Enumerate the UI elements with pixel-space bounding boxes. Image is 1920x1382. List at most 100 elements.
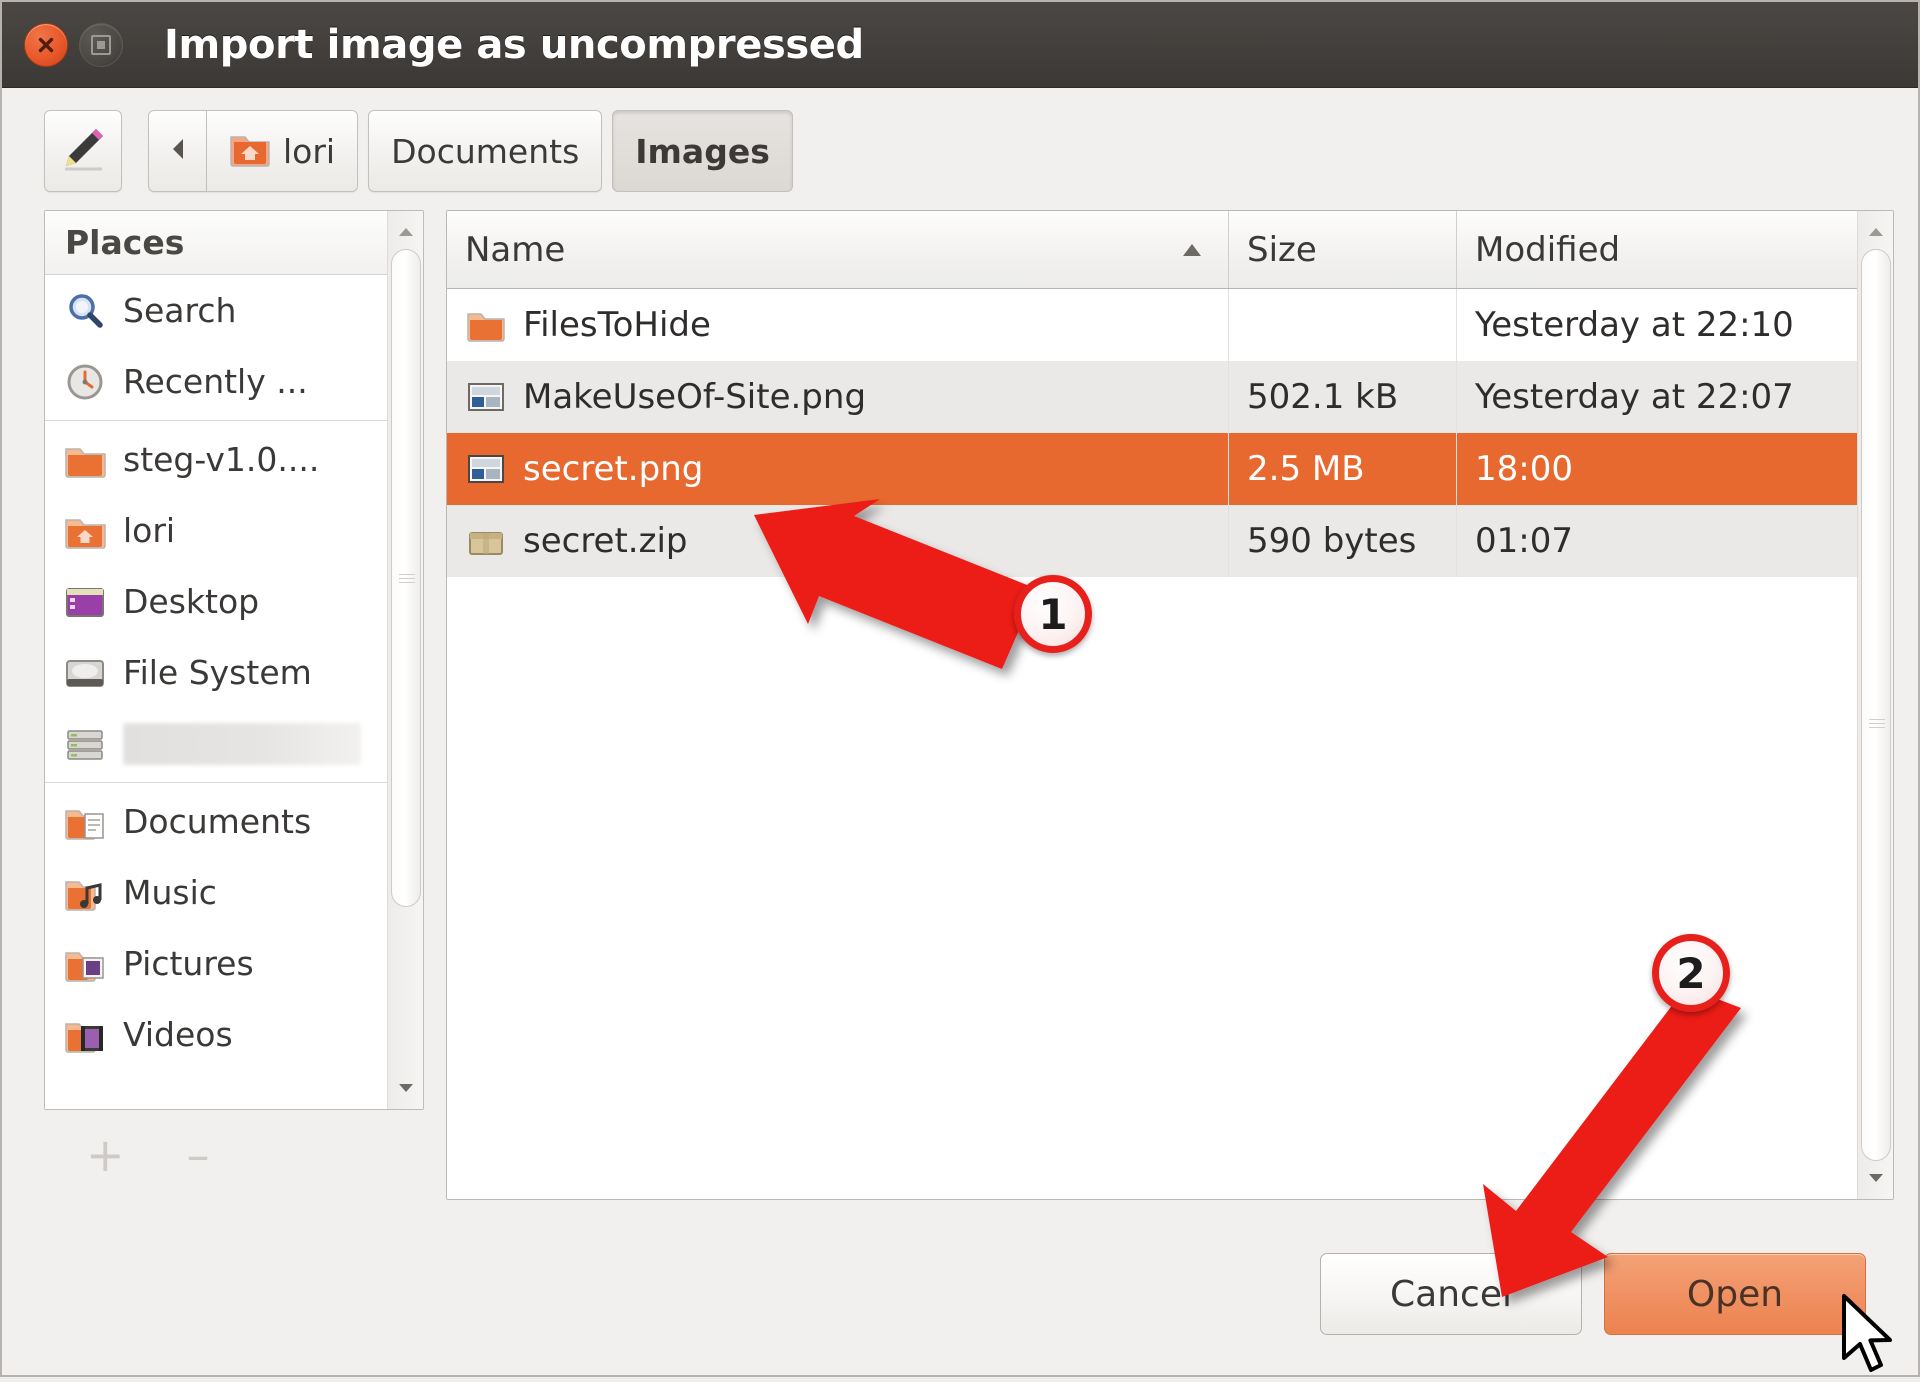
documents-folder-icon <box>63 800 107 844</box>
open-button[interactable]: Open <box>1604 1253 1866 1335</box>
column-header-label: Modified <box>1475 229 1621 270</box>
file-name-label: secret.zip <box>523 521 688 561</box>
places-scrollbar[interactable] <box>387 211 423 1109</box>
breadcrumb-label: Documents <box>391 131 580 171</box>
file-table-header: Name Size Modified <box>447 211 1857 289</box>
sidebar-item-pictures[interactable]: Pictures <box>45 928 387 999</box>
scroll-down-icon[interactable] <box>1861 1161 1891 1195</box>
file-name-label: secret.png <box>523 449 704 489</box>
folder-icon <box>63 438 107 482</box>
search-icon <box>63 289 107 333</box>
column-header-size[interactable]: Size <box>1229 211 1457 288</box>
breadcrumb-documents[interactable]: Documents <box>368 110 603 192</box>
places-scroll-thumb[interactable] <box>390 249 421 907</box>
file-list-scroll-track[interactable] <box>1860 249 1891 1161</box>
sidebar-item-label: Search <box>123 291 237 330</box>
places-scroll-track[interactable] <box>390 249 421 1071</box>
column-header-name[interactable]: Name <box>447 211 1229 288</box>
music-folder-icon <box>63 871 107 915</box>
sidebar-item-steg[interactable]: steg-v1.0.... <box>45 424 387 495</box>
file-modified-cell: Yesterday at 22:10 <box>1475 305 1794 345</box>
table-row[interactable]: secret.zip 590 bytes 01:07 <box>447 505 1857 577</box>
sidebar-item-file-system[interactable]: File System <box>45 637 387 708</box>
sidebar-item-label: Pictures <box>123 944 254 983</box>
close-icon[interactable] <box>24 22 68 67</box>
title-bar: Import image as uncompressed <box>2 2 1918 88</box>
file-modified-cell: 01:07 <box>1475 521 1573 561</box>
file-modified-cell: Yesterday at 22:07 <box>1475 377 1794 417</box>
chevron-left-icon <box>167 136 189 166</box>
breadcrumb-label: Images <box>635 131 770 171</box>
column-header-modified[interactable]: Modified <box>1457 211 1857 288</box>
remove-bookmark-button[interactable]: – <box>187 1132 210 1178</box>
file-name-label: FilesToHide <box>523 305 711 345</box>
sidebar-item-redacted[interactable] <box>45 708 387 779</box>
folder-icon <box>465 304 507 346</box>
breadcrumb-label: lori <box>283 131 336 171</box>
image-icon <box>465 448 507 490</box>
scroll-up-icon[interactable] <box>1861 215 1891 249</box>
table-row[interactable]: secret.png 2.5 MB 18:00 <box>447 433 1857 505</box>
server-icon <box>63 722 107 766</box>
annotation-badge-1: 1 <box>1014 575 1092 653</box>
file-size-cell <box>1229 289 1457 361</box>
file-modified-cell: 18:00 <box>1475 449 1573 489</box>
annotation-badge-number: 1 <box>1038 589 1068 639</box>
sidebar-item-label: lori <box>123 511 176 550</box>
sidebar-item-videos[interactable]: Videos <box>45 999 387 1070</box>
pictures-folder-icon <box>63 942 107 986</box>
file-size-cell: 590 bytes <box>1229 505 1457 577</box>
scroll-up-icon[interactable] <box>391 215 421 249</box>
file-list-scroll-thumb[interactable] <box>1860 249 1891 1161</box>
breadcrumb-lori[interactable]: lori <box>206 110 359 192</box>
sidebar-item-desktop[interactable]: Desktop <box>45 566 387 637</box>
table-row[interactable]: FilesToHide Yesterday at 22:10 <box>447 289 1857 361</box>
edit-location-button[interactable] <box>44 110 122 192</box>
sidebar-item-documents[interactable]: Documents <box>45 786 387 857</box>
sidebar-divider <box>45 782 387 783</box>
home-folder-icon <box>63 509 107 553</box>
drive-icon <box>63 651 107 695</box>
breadcrumb-images[interactable]: Images <box>612 110 793 192</box>
file-list-scrollbar[interactable] <box>1857 211 1893 1199</box>
window-title: Import image as uncompressed <box>164 21 864 68</box>
pencil-icon <box>56 122 110 180</box>
column-header-label: Size <box>1247 229 1317 270</box>
file-chooser-dialog: Import image as uncompressed lori Docume… <box>0 0 1920 1377</box>
table-row[interactable]: MakeUseOf-Site.png 502.1 kB Yesterday at… <box>447 361 1857 433</box>
annotation-badge-number: 2 <box>1676 948 1706 998</box>
scroll-down-icon[interactable] <box>391 1071 421 1105</box>
file-rows: FilesToHide Yesterday at 22:10 MakeUseOf… <box>447 289 1857 1199</box>
maximize-icon[interactable] <box>79 22 123 67</box>
file-size-cell: 502.1 kB <box>1229 361 1457 433</box>
sort-ascending-icon <box>1180 241 1204 259</box>
cancel-button[interactable]: Cancel <box>1320 1253 1582 1335</box>
sidebar-item-recently-used[interactable]: Recently ... <box>45 346 387 417</box>
dialog-body: Places Search Recently ... steg-v1.0....… <box>2 210 1918 1200</box>
dialog-footer: Cancel Open <box>2 1200 1918 1360</box>
sidebar-item-search[interactable]: Search <box>45 275 387 346</box>
places-header: Places <box>45 211 387 275</box>
sidebar-item-label: Recently ... <box>123 362 308 401</box>
videos-folder-icon <box>63 1013 107 1057</box>
file-table: Name Size Modified FilesToHide Yesterday… <box>447 211 1857 1199</box>
sidebar-item-music[interactable]: Music <box>45 857 387 928</box>
add-bookmark-button[interactable]: + <box>86 1132 125 1178</box>
sidebar-item-label: Desktop <box>123 582 260 621</box>
sidebar-item-label: Music <box>123 873 217 912</box>
path-bar: lori Documents Images <box>2 88 1918 210</box>
file-name-cell: FilesToHide <box>447 289 1229 361</box>
home-folder-icon <box>229 126 271 176</box>
sidebar-item-label: Videos <box>123 1015 233 1054</box>
sidebar-item-label: steg-v1.0.... <box>123 440 320 479</box>
file-name-cell: MakeUseOf-Site.png <box>447 361 1229 433</box>
desktop-icon <box>63 580 107 624</box>
sidebar-item-lori[interactable]: lori <box>45 495 387 566</box>
recent-icon <box>63 360 107 404</box>
file-name-label: MakeUseOf-Site.png <box>523 377 867 417</box>
sidebar-item-label: File System <box>123 653 312 692</box>
file-pane: Name Size Modified FilesToHide Yesterday… <box>446 210 1894 1200</box>
path-back-button[interactable] <box>148 110 206 192</box>
places-list: Places Search Recently ... steg-v1.0....… <box>45 211 387 1109</box>
column-header-label: Name <box>465 229 566 270</box>
